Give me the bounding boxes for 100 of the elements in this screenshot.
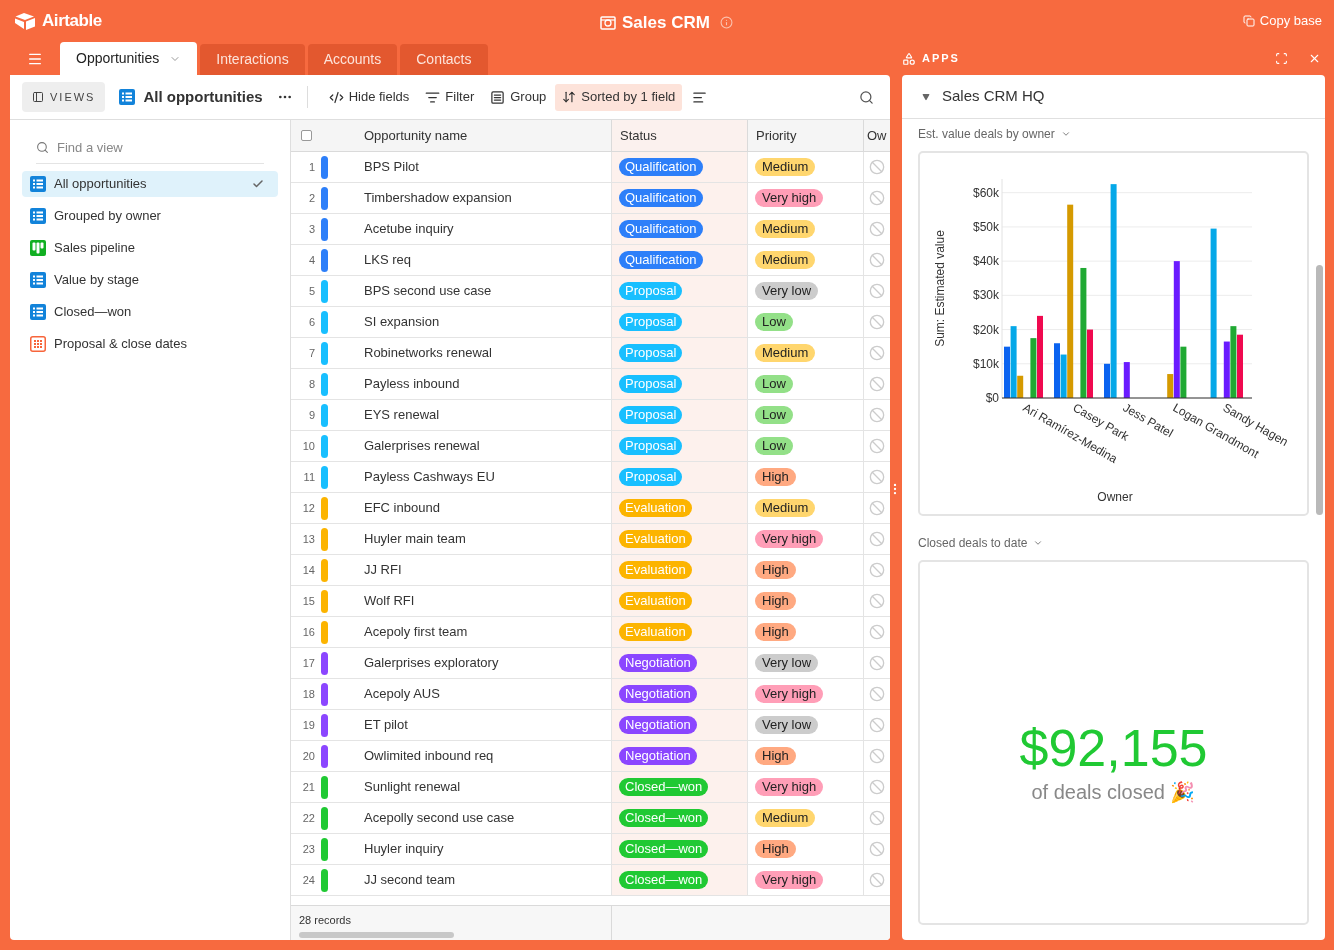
row-number: 15 xyxy=(301,593,316,609)
caret-icon[interactable] xyxy=(1033,538,1044,548)
view-item[interactable]: All opportunities xyxy=(22,171,278,197)
app-logo-text: Airtable xyxy=(42,10,102,33)
empty-avatar-icon xyxy=(869,314,885,330)
view-name[interactable]: All opportunities xyxy=(143,85,263,109)
priority-tag: Low xyxy=(755,375,793,393)
priority-tag: High xyxy=(755,592,796,610)
row-number: 4 xyxy=(307,252,316,268)
empty-avatar-icon xyxy=(869,438,885,454)
priority-tag: Low xyxy=(755,406,793,424)
search-icon[interactable] xyxy=(859,89,874,105)
views-button[interactable]: VIEWS xyxy=(22,82,106,112)
priority-tag: Low xyxy=(755,437,793,455)
summary-caption: of deals closed 🎉 xyxy=(1031,779,1196,805)
toolbar-button[interactable]: Sorted by 1 field xyxy=(555,83,683,111)
empty-avatar-icon xyxy=(869,717,885,733)
row-number: 6 xyxy=(307,314,316,330)
status-tag: Negotiation xyxy=(619,716,697,734)
horizontal-scrollbar[interactable] xyxy=(299,931,454,938)
status-tag: Qualification xyxy=(619,251,703,269)
status-tag: Evaluation xyxy=(619,530,692,548)
fullscreen-icon[interactable] xyxy=(1275,52,1288,65)
grid-icon xyxy=(30,176,46,192)
row-number: 23 xyxy=(301,841,316,857)
x-axis-title: Owner xyxy=(1097,490,1133,504)
info-icon[interactable] xyxy=(719,16,733,30)
column-header[interactable]: Ow xyxy=(864,120,890,151)
priority-tag: Very high xyxy=(755,871,824,889)
priority-tag: Medium xyxy=(755,220,816,238)
status-tag: Proposal xyxy=(619,468,683,486)
row-number: 21 xyxy=(301,779,316,795)
status-tag: Proposal xyxy=(619,375,683,393)
status-tag: Evaluation xyxy=(619,561,692,579)
close-icon[interactable] xyxy=(1308,52,1321,65)
priority-tag: Very high xyxy=(755,530,824,548)
row-number: 2 xyxy=(307,190,316,206)
view-item[interactable]: Closed—won xyxy=(22,299,278,325)
empty-avatar-icon xyxy=(869,872,885,888)
view-item[interactable]: Proposal & close dates xyxy=(22,331,278,357)
empty-avatar-icon xyxy=(869,500,885,516)
chart-title: Est. value deals by owner xyxy=(918,126,1055,143)
priority-tag: Medium xyxy=(755,809,816,827)
column-header[interactable]: Priority xyxy=(748,120,864,151)
row-height-icon[interactable] xyxy=(692,89,708,105)
vertical-scrollbar[interactable] xyxy=(1316,265,1323,515)
view-item[interactable]: Value by stage xyxy=(22,267,278,293)
row-number: 19 xyxy=(301,717,316,733)
filter-icon xyxy=(425,89,441,105)
priority-tag: Very high xyxy=(755,778,824,796)
caret-icon[interactable] xyxy=(1060,129,1071,139)
priority-tag: High xyxy=(755,623,796,641)
y-tick-label: $20k xyxy=(972,322,999,337)
empty-avatar-icon xyxy=(869,531,885,547)
row-number: 14 xyxy=(301,562,316,578)
priority-tag: Very high xyxy=(755,685,824,703)
status-tag: Negotiation xyxy=(619,747,697,765)
view-item[interactable]: Sales pipeline xyxy=(22,235,278,261)
column-header[interactable]: Status xyxy=(612,120,748,151)
grid-icon xyxy=(30,272,46,288)
empty-avatar-icon xyxy=(869,407,885,423)
status-tag: Proposal xyxy=(619,437,683,455)
priority-tag: Very low xyxy=(755,282,819,300)
y-tick-label: $30k xyxy=(972,288,999,303)
y-axis-title: Sum: Estimated value xyxy=(933,230,947,347)
priority-tag: High xyxy=(755,747,796,765)
row-number: 17 xyxy=(301,655,316,671)
toolbar-button[interactable]: Group xyxy=(483,83,554,111)
view-item[interactable]: Grouped by owner xyxy=(22,203,278,229)
sidebar-icon xyxy=(32,91,44,103)
sort-icon xyxy=(562,90,577,104)
y-tick-label: $0 xyxy=(985,391,999,405)
priority-tag: Medium xyxy=(755,499,816,517)
bar xyxy=(1123,362,1130,398)
find-view-input[interactable]: Find a view xyxy=(57,137,264,158)
row-number: 7 xyxy=(307,345,316,361)
row-number: 18 xyxy=(301,686,316,702)
toolbar-button[interactable]: Hide fields xyxy=(321,83,417,111)
y-tick-label: $60k xyxy=(972,185,999,200)
row-number: 9 xyxy=(307,407,316,423)
status-tag: Qualification xyxy=(619,189,703,207)
select-all-checkbox[interactable] xyxy=(301,130,312,141)
priority-tag: High xyxy=(755,468,796,486)
toolbar-button[interactable]: Filter xyxy=(418,83,482,111)
table-tab[interactable]: Opportunities xyxy=(60,42,198,75)
priority-tag: Low xyxy=(755,313,793,331)
calendar-icon xyxy=(30,336,46,352)
row-number: 5 xyxy=(307,283,316,299)
row-number: 3 xyxy=(307,221,316,237)
base-title: Sales CRM xyxy=(622,12,710,34)
priority-tag: Very low xyxy=(755,654,819,672)
y-tick-label: $10k xyxy=(972,356,999,371)
row-number: 12 xyxy=(301,500,316,516)
priority-tag: Medium xyxy=(755,158,816,176)
dashboard-title: Sales CRM HQ xyxy=(942,86,1045,107)
status-tag: Proposal xyxy=(619,313,683,331)
empty-avatar-icon xyxy=(869,624,885,640)
status-tag: Closed—won xyxy=(619,809,709,827)
status-tag: Proposal xyxy=(619,344,683,362)
collapse-caret-icon[interactable] xyxy=(922,92,930,101)
